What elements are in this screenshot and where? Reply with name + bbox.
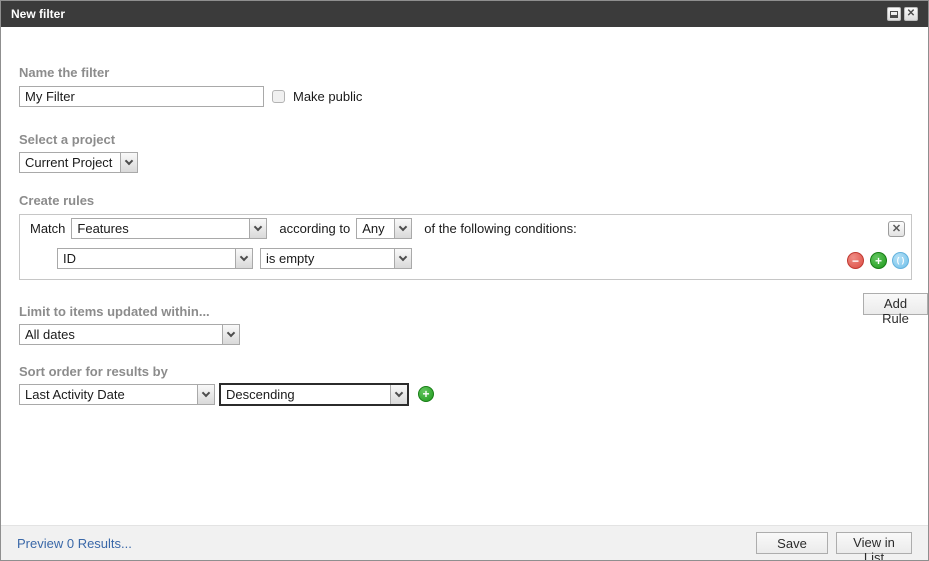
plus-icon: + bbox=[422, 387, 429, 401]
chevron-down-icon bbox=[235, 249, 252, 268]
date-range-value: All dates bbox=[20, 325, 222, 344]
match-label: Match bbox=[30, 221, 65, 236]
limit-label: Limit to items updated within... bbox=[19, 304, 210, 319]
sort-field-value: Last Activity Date bbox=[20, 385, 197, 404]
chevron-down-icon bbox=[197, 385, 214, 404]
plus-icon: + bbox=[875, 254, 882, 268]
footer-buttons: Save View in List bbox=[756, 532, 912, 554]
conditions-label: of the following conditions: bbox=[424, 221, 576, 236]
name-filter-label: Name the filter bbox=[19, 65, 109, 80]
make-public-label: Make public bbox=[293, 89, 362, 104]
chevron-down-icon bbox=[222, 325, 239, 344]
any-all-dropdown[interactable]: Any bbox=[356, 218, 412, 239]
match-header-row: Match Features according to Any of the f… bbox=[19, 214, 912, 243]
minimize-icon bbox=[890, 11, 898, 18]
minus-icon: − bbox=[852, 254, 859, 268]
group-rule-button[interactable]: ( ) bbox=[892, 252, 909, 269]
select-project-label: Select a project bbox=[19, 132, 115, 147]
any-all-value: Any bbox=[357, 219, 394, 238]
rule-operator-dropdown[interactable]: is empty bbox=[260, 248, 412, 269]
close-icon: ✕ bbox=[907, 9, 915, 19]
sort-field-dropdown[interactable]: Last Activity Date bbox=[19, 384, 215, 405]
filter-name-input[interactable] bbox=[19, 86, 264, 107]
project-dropdown-value: Current Project bbox=[20, 153, 120, 172]
chevron-down-icon bbox=[120, 153, 137, 172]
rules-area: ID is empty − + ( ) bbox=[19, 242, 912, 280]
remove-rule-button[interactable]: − bbox=[847, 252, 864, 269]
new-filter-dialog: New filter ✕ Name the filter Make public… bbox=[0, 0, 929, 561]
match-type-dropdown[interactable]: Features bbox=[71, 218, 267, 239]
minimize-button[interactable] bbox=[887, 7, 901, 21]
save-button[interactable]: Save bbox=[756, 532, 828, 554]
add-sort-button[interactable]: + bbox=[418, 386, 434, 402]
rule-operator-value: is empty bbox=[261, 249, 394, 268]
dialog-footer: Preview 0 Results... Save View in List bbox=[1, 525, 928, 560]
chevron-down-icon bbox=[390, 385, 407, 404]
add-rule-button[interactable]: Add Rule bbox=[863, 293, 928, 315]
window-controls: ✕ bbox=[887, 7, 918, 21]
make-public-checkbox[interactable] bbox=[272, 90, 285, 103]
sort-direction-dropdown[interactable]: Descending bbox=[219, 383, 409, 406]
project-dropdown[interactable]: Current Project bbox=[19, 152, 138, 173]
dialog-body: Name the filter Make public Select a pro… bbox=[1, 27, 928, 525]
rule-field-dropdown[interactable]: ID bbox=[57, 248, 253, 269]
close-icon: ✕ bbox=[892, 222, 901, 235]
preview-results-link[interactable]: Preview 0 Results... bbox=[17, 536, 132, 551]
create-rules-label: Create rules bbox=[19, 193, 94, 208]
close-button[interactable]: ✕ bbox=[904, 7, 918, 21]
chevron-down-icon bbox=[394, 249, 411, 268]
view-in-list-button[interactable]: View in List bbox=[836, 532, 912, 554]
sort-direction-value: Descending bbox=[221, 385, 390, 404]
rule-field-value: ID bbox=[58, 249, 235, 268]
sort-order-label: Sort order for results by bbox=[19, 364, 168, 379]
chevron-down-icon bbox=[249, 219, 266, 238]
dialog-titlebar: New filter ✕ bbox=[1, 1, 928, 27]
according-to-label: according to bbox=[279, 221, 350, 236]
date-range-dropdown[interactable]: All dates bbox=[19, 324, 240, 345]
match-type-value: Features bbox=[72, 219, 249, 238]
chevron-down-icon bbox=[394, 219, 411, 238]
add-rule-inline-button[interactable]: + bbox=[870, 252, 887, 269]
parentheses-icon: ( ) bbox=[897, 256, 905, 265]
dialog-title: New filter bbox=[11, 7, 65, 21]
remove-group-button[interactable]: ✕ bbox=[888, 221, 905, 237]
